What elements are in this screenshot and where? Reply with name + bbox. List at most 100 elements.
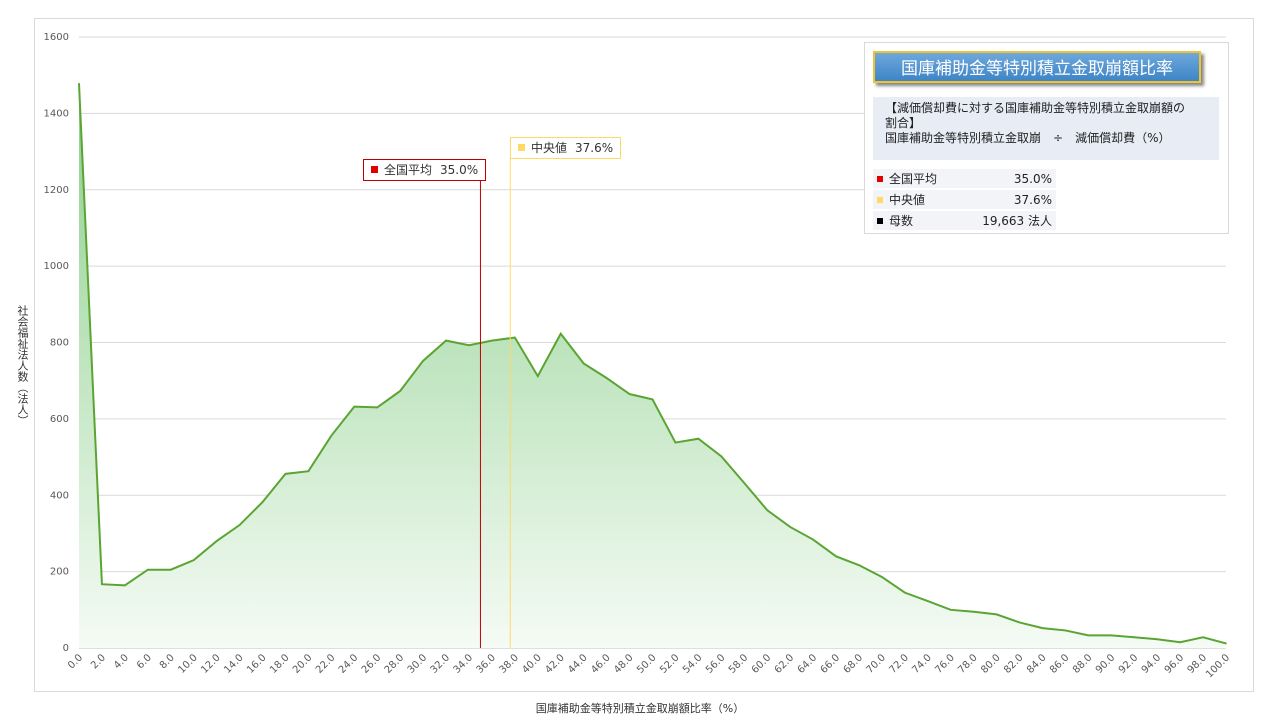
x-tick-label: 94.0: [1140, 652, 1164, 676]
data-point: [78, 82, 80, 85]
x-tick-label: 22.0: [314, 652, 338, 676]
y-tick-label: 1200: [44, 185, 69, 196]
stats-label: 全国平均: [873, 169, 959, 188]
y-tick-label: 200: [50, 567, 69, 578]
data-point: [835, 555, 837, 558]
x-tick-label: 8.0: [158, 652, 177, 671]
y-tick-label: 600: [50, 414, 69, 425]
data-point: [605, 377, 608, 379]
x-tick-label: 14.0: [222, 652, 246, 676]
data-point: [881, 576, 883, 578]
data-point: [353, 405, 356, 408]
median-square-icon: [518, 144, 525, 151]
data-point: [215, 540, 218, 542]
x-tick-label: 70.0: [864, 652, 888, 676]
data-point: [1110, 634, 1113, 637]
data-point: [330, 434, 333, 437]
x-tick-label: 66.0: [819, 652, 843, 676]
data-point: [238, 524, 241, 526]
x-tick-label: 34.0: [452, 652, 476, 676]
data-point: [858, 564, 860, 566]
x-tick-label: 10.0: [176, 652, 200, 676]
data-point: [972, 610, 975, 613]
x-tick-label: 84.0: [1025, 652, 1049, 676]
y-tick-label: 1000: [44, 261, 69, 272]
median-annotation-value: 37.6%: [575, 141, 614, 155]
data-point: [169, 568, 172, 571]
stats-label: 中央値: [873, 190, 959, 209]
x-tick-label: 32.0: [429, 652, 453, 676]
x-tick-label: 52.0: [658, 652, 682, 676]
x-tick-label: 100.0: [1204, 652, 1232, 680]
x-tick-label: 68.0: [842, 652, 866, 676]
x-tick-label: 80.0: [979, 652, 1003, 676]
x-tick-label: 40.0: [520, 652, 544, 676]
data-point: [284, 473, 287, 475]
stats-row-mean: 全国平均 35.0%: [873, 169, 1056, 188]
x-tick-label: 44.0: [566, 652, 590, 676]
x-tick-label: 2.0: [89, 652, 108, 671]
x-tick-label: 62.0: [773, 652, 797, 676]
y-tick-label: 0: [63, 643, 69, 654]
x-tick-label: 88.0: [1071, 652, 1095, 676]
x-tick-label: 76.0: [933, 652, 957, 676]
data-point: [697, 437, 700, 440]
y-tick-label: 400: [50, 490, 69, 501]
data-point: [904, 591, 906, 594]
x-tick-label: 28.0: [383, 652, 407, 676]
data-point: [468, 344, 470, 346]
data-point: [926, 600, 929, 602]
x-tick-label: 24.0: [337, 652, 361, 676]
formula-operator: ÷: [1053, 131, 1064, 145]
x-tick-label: 58.0: [727, 652, 751, 676]
data-point: [491, 339, 493, 342]
data-point: [720, 455, 723, 458]
data-point: [949, 609, 952, 611]
data-point: [1064, 629, 1067, 632]
formula-denominator: 減価償却費（%）: [1075, 131, 1171, 145]
x-tick-label: 0.0: [66, 652, 85, 671]
x-tick-label: 78.0: [956, 652, 980, 676]
x-tick-label: 64.0: [796, 652, 820, 676]
x-tick-label: 60.0: [750, 652, 774, 676]
data-point: [559, 332, 562, 335]
x-tick-label: 42.0: [543, 652, 567, 676]
data-point: [1225, 642, 1227, 645]
stats-row-median: 中央値 37.6%: [873, 190, 1056, 209]
x-tick-label: 36.0: [475, 652, 499, 676]
x-tick-label: 6.0: [135, 652, 154, 671]
y-axis-label: 社会福祉法人数（法人）: [16, 304, 29, 426]
y-tick-label: 1600: [44, 32, 69, 43]
data-point: [812, 538, 814, 541]
data-point: [1018, 621, 1021, 624]
info-panel: 国庫補助金等特別積立金取崩額比率 【減価償却費に対する国庫補助金等特別積立金取崩…: [864, 42, 1229, 234]
y-tick-label: 1400: [44, 108, 69, 119]
mean-annotation: 全国平均 35.0%: [363, 159, 487, 181]
x-tick-label: 26.0: [360, 652, 384, 676]
data-point: [261, 501, 264, 503]
data-point: [1179, 641, 1181, 644]
data-point: [422, 360, 424, 362]
x-tick-label: 38.0: [497, 652, 521, 676]
data-point: [743, 482, 746, 484]
data-point: [995, 613, 998, 616]
data-point: [192, 559, 195, 561]
x-tick-label: 30.0: [406, 652, 430, 676]
data-point: [537, 375, 539, 377]
x-tick-label: 54.0: [681, 652, 705, 676]
count-square-icon: [877, 218, 883, 224]
y-tick-label: 800: [50, 338, 69, 349]
x-tick-label: 72.0: [887, 652, 911, 676]
data-point: [124, 584, 126, 587]
stats-row-count: 母数 19,663 法人: [873, 211, 1056, 230]
stats-label: 母数: [873, 211, 959, 230]
mean-annotation-label: 全国平均: [384, 163, 433, 177]
panel-description: 【減価償却費に対する国庫補助金等特別積立金取崩額の 割合】 国庫補助金等特別積立…: [873, 97, 1219, 160]
x-tick-label: 12.0: [199, 652, 223, 676]
data-point: [1202, 636, 1204, 639]
data-point: [445, 339, 447, 342]
x-tick-label: 4.0: [112, 652, 131, 671]
data-point: [651, 398, 654, 401]
median-square-icon: [877, 197, 883, 203]
panel-title: 国庫補助金等特別積立金取崩額比率: [873, 51, 1201, 83]
